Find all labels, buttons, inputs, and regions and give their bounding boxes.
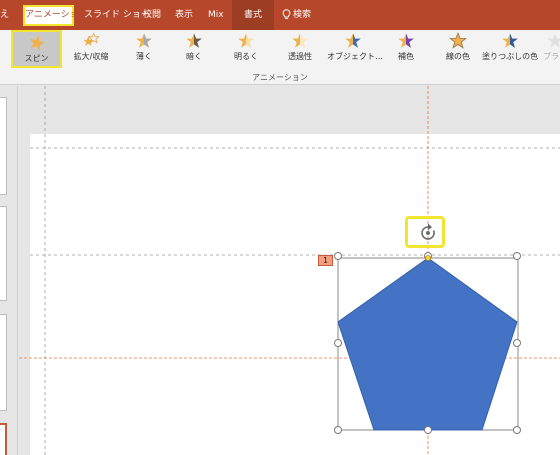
resize-handle[interactable]: [334, 252, 342, 260]
resize-handle[interactable]: [334, 426, 342, 434]
resize-handle[interactable]: [334, 339, 342, 347]
pentagon-shape[interactable]: [337, 257, 518, 431]
rotation-handle-highlight: [405, 216, 445, 248]
resize-handle[interactable]: [513, 339, 521, 347]
resize-handle[interactable]: [513, 252, 521, 260]
adjust-handle[interactable]: [425, 255, 431, 261]
resize-handle[interactable]: [424, 426, 432, 434]
canvas-overlay: [19, 86, 560, 455]
animation-order-tag[interactable]: 1: [318, 255, 333, 266]
resize-handle[interactable]: [513, 426, 521, 434]
